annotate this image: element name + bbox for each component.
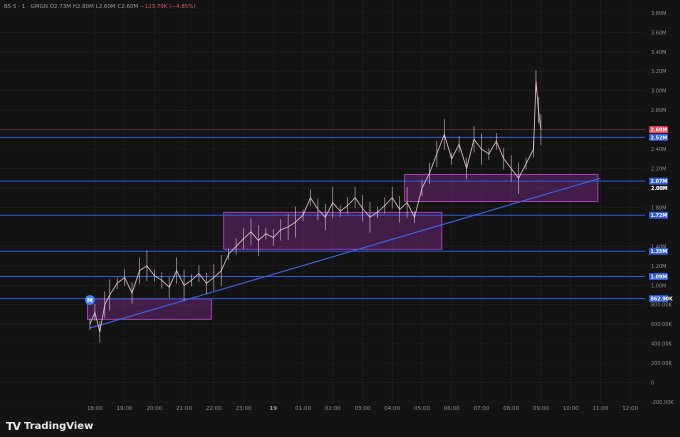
ohlc-open: O2.73M — [49, 4, 71, 10]
grid — [0, 0, 645, 404]
y-tick-label: 1.00M — [651, 283, 666, 289]
level-badge: 1.09M — [651, 275, 668, 281]
chart-canvas[interactable]: 3.80M 3.60M 3.40M 3.20M 3.00M 2.80M 2.40M 2.20M… — [0, 0, 680, 437]
y-tick-label: 2.20M — [651, 167, 666, 173]
x-tick-label: 20:00 — [146, 406, 162, 412]
y-tick-label: 3.60M — [651, 30, 666, 36]
x-tick-label: 05:00 — [414, 406, 430, 412]
marker-layer[interactable]: M — [84, 295, 95, 305]
tradingview-brand[interactable]: TV TradingView — [6, 420, 93, 433]
level-badge: 862.90K — [651, 297, 674, 303]
x-tick-label: 23:00 — [236, 406, 252, 412]
y-tick-label: 3.20M — [651, 69, 666, 75]
symbol-name: B5·5 · 1 · GMGN — [4, 4, 48, 10]
y-tick-label: 2.80M — [651, 108, 666, 114]
x-tick-label: 08:00 — [503, 406, 519, 412]
x-tick-label: 19:00 — [117, 406, 133, 412]
y-tick-label: 3.80M — [651, 11, 666, 17]
x-tick-label: 12:00 — [622, 406, 638, 412]
y-tick-label: 800.00K — [651, 303, 672, 309]
trendline-layer[interactable] — [89, 177, 601, 329]
ohlc-close: C2.60M — [117, 4, 139, 10]
y-tick-label: 0 — [651, 381, 654, 387]
ohlc-high: H2.80M — [72, 4, 94, 10]
x-tick-label: 07:00 — [474, 406, 490, 412]
x-tick-label: 03:00 — [355, 406, 371, 412]
x-tick-label: 11:00 — [592, 406, 608, 412]
level-badge: 1.72M — [651, 213, 668, 219]
trendline[interactable] — [89, 177, 601, 329]
price-axis[interactable]: 3.80M 3.60M 3.40M 3.20M 3.00M 2.80M 2.40M 2.20M… — [649, 11, 674, 406]
level-badge: 2.52M — [651, 135, 668, 141]
x-tick-label: 01:00 — [295, 406, 311, 412]
y-tick-label: 1.20M — [651, 264, 666, 270]
x-tick-label: 06:00 — [444, 406, 460, 412]
symbol-header: B5·5 · 1 · GMGN O2.73M H2.80M L2.60M C2.… — [4, 4, 196, 10]
x-tick-label: 09:00 — [533, 406, 549, 412]
y-tick-label: 400.00K — [651, 342, 672, 348]
tradingview-logo-icon: TV — [6, 420, 21, 433]
price-line — [89, 80, 542, 333]
y-tick-label: 2.40M — [651, 147, 666, 153]
x-tick-label: 02:00 — [325, 406, 341, 412]
x-tick-label: 18:00 — [87, 406, 103, 412]
x-tick-label: 21:00 — [176, 406, 192, 412]
ohlc-low: L2.60M — [95, 4, 116, 10]
brand-name: TradingView — [24, 421, 94, 432]
x-tick-label: 22:00 — [206, 406, 222, 412]
y-tick-label: 3.40M — [651, 50, 666, 56]
y-tick-label: 600.00K — [651, 322, 672, 328]
x-tick-label: 10:00 — [563, 406, 579, 412]
time-axis[interactable]: 18:00 19:00 20:00 21:00 22:00 23:00 19 01:00 02:… — [87, 406, 639, 412]
y-tick-label: 200.00K — [651, 361, 672, 367]
price-change: −123.79K (−4.85%) — [140, 4, 196, 10]
y-tick-label: -200.00K — [651, 400, 674, 406]
level-badge: 1.35M — [651, 249, 668, 255]
y-tick-label: 3.00M — [651, 89, 666, 95]
y-tick-label: 1.80M — [651, 205, 666, 211]
demand-zones[interactable] — [87, 173, 599, 320]
x-tick-label: 19 — [269, 406, 277, 412]
x-tick-label: 04:00 — [384, 406, 400, 412]
price-label: 2.00M — [651, 186, 668, 192]
level-badge: 2.07M — [651, 179, 668, 185]
current-price-badge: 2.60M — [651, 128, 668, 134]
marker-label: M — [87, 297, 93, 304]
